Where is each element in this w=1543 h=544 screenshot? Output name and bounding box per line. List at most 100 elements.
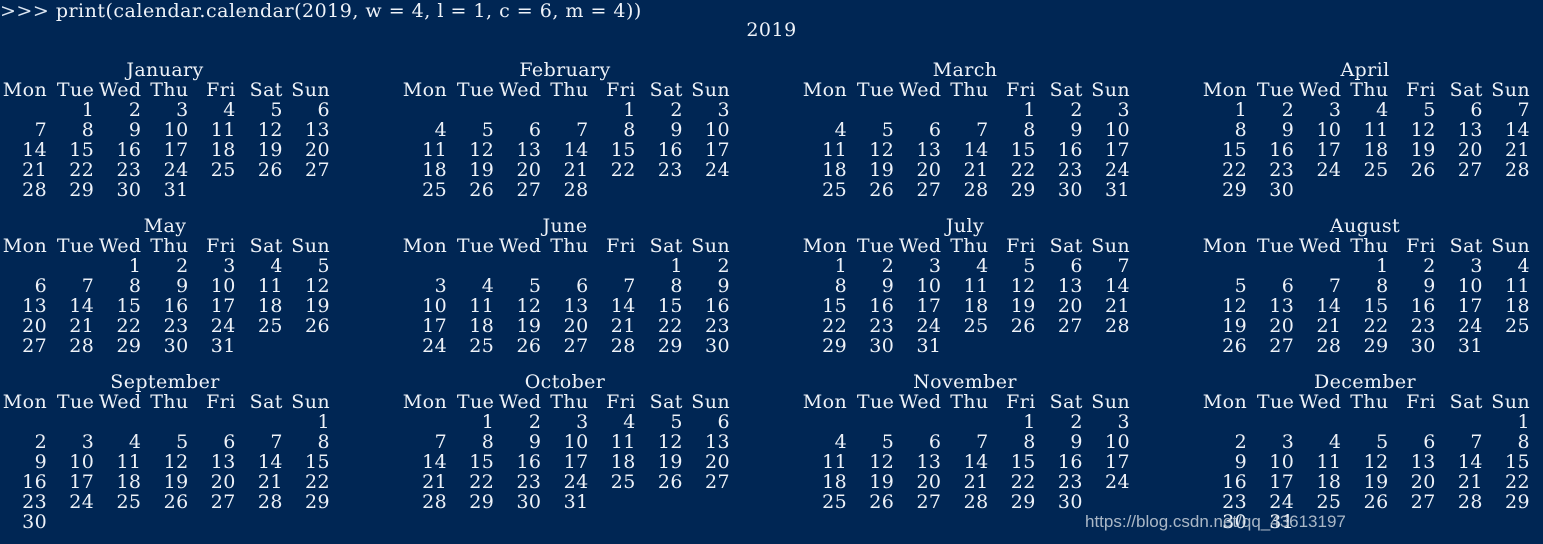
day-cell: 8	[81, 119, 95, 141]
day-cell: 11	[257, 275, 283, 297]
weekday-header-row: Mon Tue Wed Thu Fri Sat Sun	[400, 236, 730, 256]
day-cell: 9	[1423, 275, 1436, 297]
day-cell: 23	[1057, 471, 1083, 493]
day-cell: 8	[317, 431, 330, 453]
weekday-header-tue: Tue	[856, 235, 895, 257]
day-cell: 23	[116, 159, 142, 181]
weekday-header-thu: Thu	[550, 235, 589, 257]
day-cell-empty	[47, 256, 94, 276]
day-cell-empty	[236, 180, 283, 200]
day-cell: 22	[1222, 159, 1248, 181]
day-cell: 9	[528, 431, 542, 453]
day-cell: 11	[1505, 275, 1530, 297]
day-cell: 18	[822, 471, 848, 493]
day-cell: 3	[717, 99, 730, 121]
day-cell-empty	[1247, 412, 1294, 432]
day-cell-empty	[494, 256, 541, 276]
day-cell-empty	[683, 180, 730, 200]
day-cell: 24	[1316, 159, 1342, 181]
week-row: 1 2 3 4 5 6 7	[1200, 100, 1530, 120]
weekday-header-sat: Sat	[649, 235, 683, 257]
day-cell: 21	[1316, 315, 1342, 337]
weekday-header-row: Mon Tue Wed Thu Fri Sat Sun	[400, 80, 730, 100]
day-cell: 30	[1410, 335, 1436, 357]
day-cell: 11	[822, 139, 848, 161]
day-cell: 24	[1457, 315, 1483, 337]
weekday-header-tue: Tue	[856, 79, 895, 101]
day-cell: 15	[116, 295, 142, 317]
day-cell: 3	[576, 411, 589, 433]
week-row: 1 2 3	[400, 100, 730, 120]
day-cell: 15	[305, 451, 330, 473]
day-cell: 28	[422, 491, 448, 513]
day-cell: 22	[69, 159, 95, 181]
day-cell: 5	[670, 411, 683, 433]
day-cell: 14	[1316, 295, 1342, 317]
month-block-december: December Mon Tue Wed Thu Fri Sat Sun 1 2 3 4 5 6 7 8 9 10…	[1200, 372, 1530, 532]
day-cell-empty	[47, 412, 94, 432]
weekday-header-thu: Thu	[150, 235, 189, 257]
week-row: 18 19 20 21 22 23 24	[800, 472, 1130, 492]
day-cell: 8	[1023, 119, 1036, 141]
day-cell-empty	[941, 336, 988, 356]
day-cell: 5	[481, 119, 495, 141]
day-cell: 20	[305, 139, 330, 161]
day-cell: 16	[116, 139, 142, 161]
weekday-header-thu: Thu	[950, 391, 989, 413]
weekday-header-fri: Fri	[1406, 391, 1436, 413]
day-cell: 19	[305, 295, 330, 317]
day-cell-empty	[1436, 412, 1483, 432]
day-cell: 19	[516, 315, 542, 337]
day-cell: 3	[434, 275, 448, 297]
day-cell-empty	[0, 256, 47, 276]
day-cell: 29	[1363, 335, 1389, 357]
day-cell: 4	[1328, 431, 1342, 453]
day-cell: 15	[1222, 139, 1248, 161]
week-row: 1 2 3 4 5 6	[0, 100, 330, 120]
day-cell: 6	[1423, 431, 1436, 453]
weekday-header-fri: Fri	[206, 391, 236, 413]
weekday-header-sun: Sun	[1491, 391, 1530, 413]
month-name: March	[932, 59, 998, 81]
day-cell: 13	[1410, 451, 1436, 473]
day-cell: 6	[928, 431, 942, 453]
day-cell: 17	[422, 315, 448, 337]
day-cell-empty	[1083, 336, 1130, 356]
week-row: 18 19 20 21 22 23 24	[800, 160, 1130, 180]
day-cell: 23	[705, 315, 730, 337]
month-name: May	[143, 215, 187, 237]
day-cell: 20	[563, 315, 589, 337]
weekday-header-wed: Wed	[498, 391, 542, 413]
day-cell: 16	[705, 295, 730, 317]
day-cell: 1	[834, 255, 848, 277]
day-cell: 2	[176, 255, 189, 277]
weekday-header-mon: Mon	[1202, 79, 1248, 101]
week-row: 11 12 13 14 15 16 17	[800, 452, 1130, 472]
day-cell: 9	[670, 119, 683, 141]
month-name: February	[519, 59, 611, 81]
weekday-header-mon: Mon	[2, 391, 48, 413]
day-cell: 11	[610, 431, 636, 453]
day-cell-empty	[989, 512, 1036, 532]
day-cell: 15	[1010, 451, 1036, 473]
day-cell: 8	[1376, 275, 1389, 297]
day-cell: 3	[1117, 411, 1130, 433]
day-cell-empty	[800, 100, 847, 120]
day-cell: 19	[1010, 295, 1036, 317]
day-cell: 9	[34, 451, 48, 473]
day-cell: 30	[163, 335, 189, 357]
day-cell: 11	[469, 295, 495, 317]
day-cell-empty	[589, 180, 636, 200]
day-cell: 10	[163, 119, 189, 141]
weekday-header-thu: Thu	[550, 79, 589, 101]
day-cell-empty	[847, 512, 894, 532]
week-row: 8 9 10 11 12 13 14	[1200, 120, 1530, 140]
week-row: 30	[0, 512, 330, 532]
day-cell: 21	[422, 471, 448, 493]
weekday-header-mon: Mon	[1202, 235, 1248, 257]
day-cell: 22	[1010, 471, 1036, 493]
day-cell: 14	[257, 451, 283, 473]
week-row: 8 9 10 11 12 13 14	[800, 276, 1130, 296]
week-row: 4 5 6 7 8 9 10	[800, 432, 1130, 452]
weekday-header-tue: Tue	[456, 235, 495, 257]
